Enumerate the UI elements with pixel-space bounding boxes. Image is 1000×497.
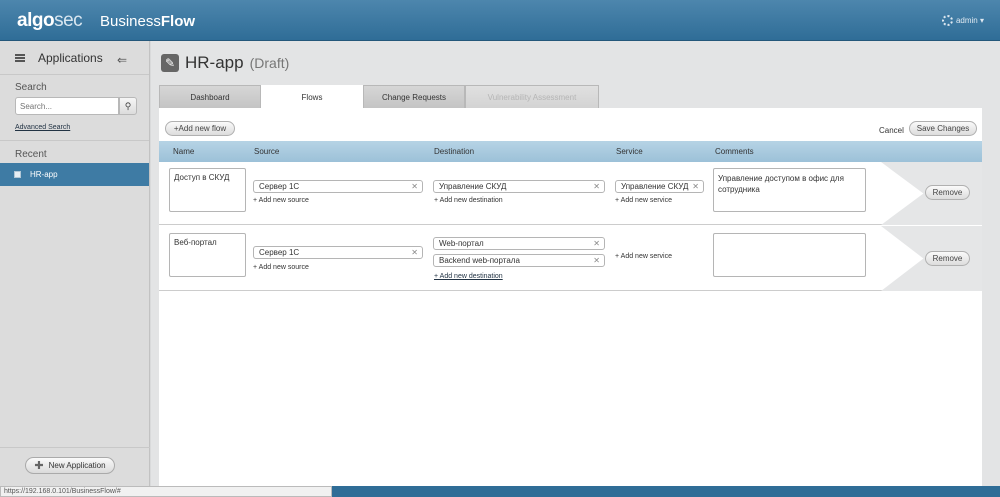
recent-item-hr-app[interactable]: HR-app xyxy=(0,163,149,186)
table-header: Name Source Destination Service Comments xyxy=(159,141,982,162)
destination-label: Web-портал xyxy=(439,239,484,248)
flows-panel: +Add new flow Cancel Save Changes Name S… xyxy=(159,108,982,486)
add-service-link[interactable]: + Add new service xyxy=(615,253,672,260)
add-service-link[interactable]: + Add new service xyxy=(615,197,672,204)
add-source-link[interactable]: + Add new source xyxy=(253,197,309,204)
tab-vulnerability-assessment: Vulnerability Assessment xyxy=(465,85,599,108)
algosec-logo[interactable]: algosec xyxy=(17,10,83,32)
logo-text-b: sec xyxy=(54,10,83,31)
remove-x-icon[interactable]: ✕ xyxy=(593,255,600,266)
destination-label: Backend web-портала xyxy=(439,256,520,265)
column-name: Name xyxy=(173,147,195,156)
top-bar: algosec BusinessFlow admin ▾ xyxy=(0,0,1000,41)
edit-pencil-icon[interactable]: ✎ xyxy=(161,54,179,72)
cancel-link[interactable]: Cancel xyxy=(879,126,904,135)
status-url: https://192.168.0.101/BusinessFlow/# xyxy=(0,486,332,497)
user-menu[interactable]: admin ▾ xyxy=(941,15,984,26)
column-service: Service xyxy=(616,147,643,156)
search-input[interactable] xyxy=(15,97,119,115)
table-row: Доступ в СКУД Сервер 1С ✕ + Add new sourc… xyxy=(159,162,982,225)
main-content: ✎ HR-app (Draft) Dashboard Flows Change … xyxy=(151,41,1000,486)
remove-x-icon[interactable]: ✕ xyxy=(692,181,699,192)
source-chip: Сервер 1С ✕ xyxy=(253,246,423,259)
divider xyxy=(0,140,149,141)
source-chip: Сервер 1С ✕ xyxy=(253,180,423,193)
comment-field[interactable]: Управление доступом в офис для сотрудник… xyxy=(713,168,866,212)
menu-icon[interactable] xyxy=(15,53,25,62)
save-changes-button[interactable]: Save Changes xyxy=(909,121,977,136)
app-name: HR-app xyxy=(185,53,244,72)
remove-x-icon[interactable]: ✕ xyxy=(411,181,418,192)
search-box: ⚲ xyxy=(15,97,137,115)
comment-field[interactable] xyxy=(713,233,866,277)
service-label: Управление СКУД xyxy=(621,182,689,191)
tab-dashboard[interactable]: Dashboard xyxy=(159,85,261,108)
destination-label: Управление СКУД xyxy=(439,182,507,191)
add-destination-link[interactable]: + Add new destination xyxy=(434,273,503,280)
flow-name-field[interactable]: Веб-портал xyxy=(169,233,246,277)
flow-name-field[interactable]: Доступ в СКУД xyxy=(169,168,246,212)
remove-button[interactable]: Remove xyxy=(925,251,970,266)
status-bar: https://192.168.0.101/BusinessFlow/# xyxy=(0,486,1000,497)
user-name: admin ▾ xyxy=(955,16,984,25)
draft-status: (Draft) xyxy=(249,55,290,71)
add-new-flow-button[interactable]: +Add new flow xyxy=(165,121,235,136)
column-destination: Destination xyxy=(434,147,475,156)
table-row: Веб-портал Сервер 1С ✕ + Add new source W… xyxy=(159,226,982,291)
remove-button[interactable]: Remove xyxy=(925,185,970,200)
collapse-arrow-icon[interactable]: ⇐ xyxy=(117,53,127,67)
search-label: Search xyxy=(15,82,47,93)
product-name-a: Business xyxy=(100,13,161,30)
tab-flows[interactable]: Flows xyxy=(261,85,363,108)
column-comments: Comments xyxy=(715,147,754,156)
add-source-link[interactable]: + Add new source xyxy=(253,264,309,271)
divider xyxy=(0,447,150,448)
product-name-b: Flow xyxy=(160,13,196,30)
remove-x-icon[interactable]: ✕ xyxy=(593,238,600,249)
new-application-label: New Application xyxy=(48,461,106,470)
sidebar-title: Applications xyxy=(38,50,103,65)
service-chip: Управление СКУД ✕ xyxy=(615,180,704,193)
page-title: ✎ HR-app (Draft) xyxy=(161,53,289,73)
sidebar: Applications ⇐ Search ⚲ Advanced Search … xyxy=(0,41,150,486)
tab-change-requests[interactable]: Change Requests xyxy=(363,85,465,108)
recent-label: Recent xyxy=(15,149,47,160)
gear-icon xyxy=(941,15,953,26)
logo-text-a: algo xyxy=(17,10,55,31)
destination-chip: Управление СКУД ✕ xyxy=(433,180,605,193)
application-icon xyxy=(14,171,21,178)
destination-chip: Backend web-портала ✕ xyxy=(433,254,605,267)
advanced-search-link[interactable]: Advanced Search xyxy=(0,124,149,131)
sidebar-header: Applications ⇐ xyxy=(0,41,149,75)
remove-x-icon[interactable]: ✕ xyxy=(593,181,600,192)
column-source: Source xyxy=(254,147,280,156)
add-destination-link[interactable]: + Add new destination xyxy=(434,197,503,204)
tab-bar: Dashboard Flows Change Requests Vulnerab… xyxy=(159,85,599,108)
recent-item-label: HR-app xyxy=(30,170,58,179)
product-name: BusinessFlow xyxy=(100,13,195,30)
source-label: Сервер 1С xyxy=(259,182,300,191)
destination-chip: Web-портал ✕ xyxy=(433,237,605,250)
source-label: Сервер 1С xyxy=(259,248,300,257)
remove-x-icon[interactable]: ✕ xyxy=(411,247,418,258)
plus-icon: ✚ xyxy=(34,460,44,472)
new-application-button[interactable]: ✚ New Application xyxy=(25,457,115,474)
search-icon[interactable]: ⚲ xyxy=(119,97,137,115)
